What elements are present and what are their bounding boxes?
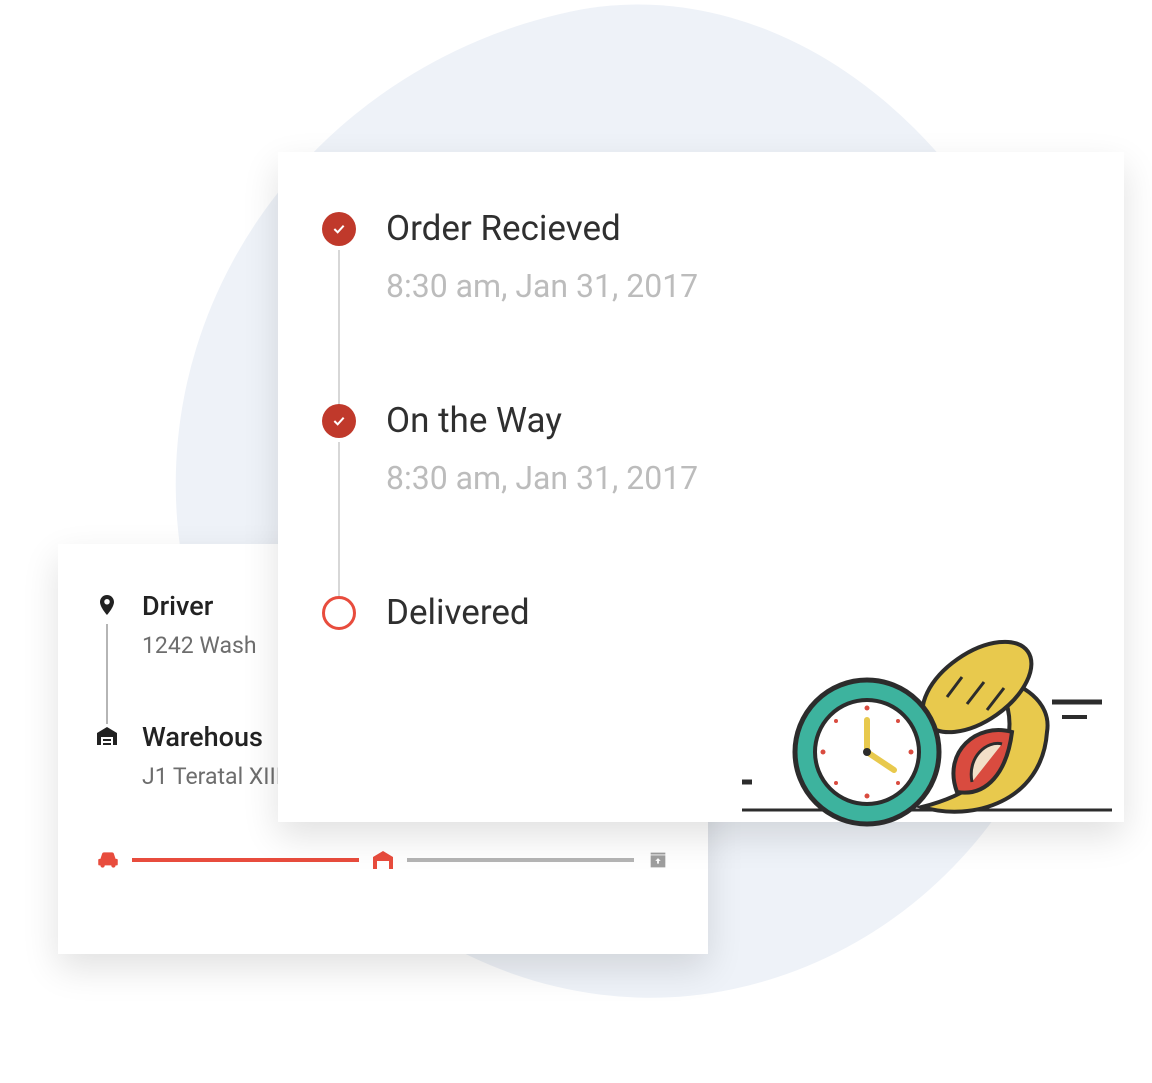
pin-icon: [94, 592, 120, 618]
circle-icon: [322, 596, 356, 630]
progress-seg-2: [407, 858, 634, 862]
check-icon: [322, 212, 356, 246]
warehouse-icon: [94, 723, 120, 749]
box-icon: [644, 846, 672, 874]
grocery-illustration: [742, 622, 1112, 832]
timeline-step-ontheway: On the Way 8:30 am, Jan 31, 2017: [322, 400, 1080, 500]
warehouse-small-icon: [369, 846, 397, 874]
step-title: Order Recieved: [386, 208, 698, 249]
driver-address: 1242 Wash: [142, 632, 257, 659]
step-title: On the Way: [386, 400, 698, 441]
progress-seg-1: [132, 858, 359, 862]
step-time: 8:30 am, Jan 31, 2017: [386, 459, 698, 497]
step-title: Delivered: [386, 592, 530, 633]
timeline-step-received: Order Recieved 8:30 am, Jan 31, 2017: [322, 208, 1080, 308]
route-progress: [94, 846, 672, 874]
route-connector: [106, 624, 108, 724]
car-icon: [94, 846, 122, 874]
timeline-connector: [338, 442, 340, 600]
step-time: 8:30 am, Jan 31, 2017: [386, 267, 698, 305]
check-icon: [322, 404, 356, 438]
timeline-connector: [338, 250, 340, 408]
driver-label: Driver: [142, 590, 257, 622]
order-timeline-card: Order Recieved 8:30 am, Jan 31, 2017 On …: [278, 152, 1124, 822]
